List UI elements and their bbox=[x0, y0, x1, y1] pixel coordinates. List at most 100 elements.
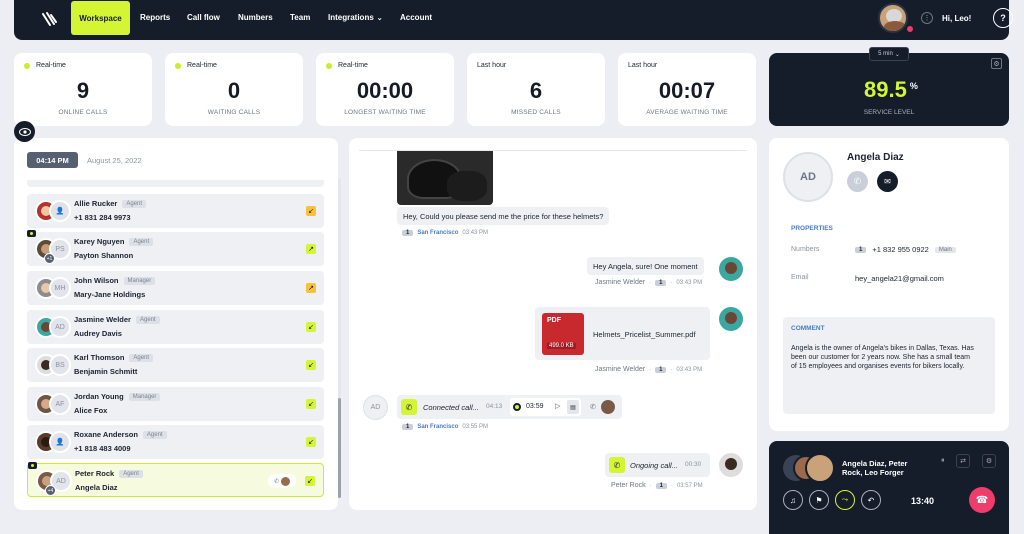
contact-name: John Wilson bbox=[74, 276, 119, 285]
scrollbar-thumb[interactable] bbox=[338, 398, 341, 498]
user-avatar[interactable] bbox=[878, 3, 908, 33]
nav-workspace[interactable]: Workspace bbox=[71, 1, 130, 35]
eye-icon bbox=[27, 230, 36, 237]
call-timer: 13:40 bbox=[911, 496, 935, 506]
contact-detail: +1 831 284 9973 bbox=[74, 213, 131, 222]
barge-in-icon[interactable]: ⤳ bbox=[835, 490, 855, 510]
interval-select[interactable]: 5 min ⌄ bbox=[869, 47, 909, 61]
app-logo-icon[interactable] bbox=[40, 10, 60, 30]
contact-name-line: Allie Rucker Agent bbox=[74, 199, 147, 208]
contact-name-line: Jordan Young Manager bbox=[74, 392, 161, 401]
stat-label-text: Last hour bbox=[628, 62, 658, 69]
incoming-call-arrow-icon: ↙ bbox=[306, 399, 316, 409]
recording-player[interactable]: 03:59 ▷ ▤ bbox=[510, 398, 581, 416]
contact-row-selected[interactable]: AD +4 Peter Rock Agent Angela Diaz ✆ ↙ bbox=[27, 462, 324, 497]
top-navigation-bar: Workspace Reports Call flow Numbers Team… bbox=[14, 0, 1013, 40]
file-type-label: PDF bbox=[547, 317, 561, 324]
service-level-value: 89.5% bbox=[864, 77, 918, 103]
nav-team[interactable]: Team bbox=[290, 13, 310, 22]
service-level-caption: SERVICE LEVEL bbox=[863, 109, 915, 116]
message-meta: 1 San Francisco 03:55 PM bbox=[402, 424, 488, 430]
contact-detail: Benjamin Schmitt bbox=[74, 367, 138, 376]
sender-name: Peter Rock bbox=[611, 482, 646, 489]
incoming-call-arrow-icon: ↙ bbox=[306, 322, 316, 332]
play-icon[interactable]: ▷ bbox=[555, 402, 560, 410]
message-time: 03:43 PM bbox=[462, 230, 489, 236]
file-name: Helmets_Pricelist_Summer.pdf bbox=[593, 330, 696, 339]
stat-longest-waiting: Real-time 00:00 LONGEST WAITING TIME bbox=[316, 53, 454, 126]
nav-reports[interactable]: Reports bbox=[140, 13, 170, 22]
help-icon[interactable]: ? bbox=[993, 8, 1013, 28]
contact-row[interactable]: 👤 Allie Rucker Agent +1 831 284 9973 ↙ bbox=[27, 194, 324, 228]
contact-name: Karey Nguyen bbox=[74, 237, 125, 246]
info-icon[interactable]: ⋮ bbox=[921, 12, 933, 24]
nav-account[interactable]: Account bbox=[400, 13, 432, 22]
email-address[interactable]: hey_angela21@gmail.com bbox=[855, 274, 944, 283]
stat-caption: AVERAGE WAITING TIME bbox=[646, 109, 728, 116]
file-attachment-bubble[interactable]: PDF 499.0 KB Helmets_Pricelist_Summer.pd… bbox=[535, 307, 710, 360]
contact-initials: BS bbox=[49, 354, 71, 376]
hang-up-icon[interactable]: ☎ bbox=[969, 487, 995, 513]
sender-name: Jasmine Welder bbox=[595, 366, 646, 373]
listen-ear-icon[interactable]: ♫ bbox=[783, 490, 803, 510]
sender-avatar bbox=[719, 307, 743, 331]
phone-icon: ✆ bbox=[401, 399, 417, 415]
incoming-call-arrow-icon: ↙ bbox=[306, 206, 316, 216]
incoming-call-arrow-icon: ↙ bbox=[306, 360, 316, 370]
message-time: 03:55 PM bbox=[462, 424, 489, 430]
eye-icon[interactable] bbox=[14, 121, 35, 142]
settings-gear-icon[interactable]: ⚙ bbox=[982, 454, 996, 468]
properties-heading: PROPERTIES bbox=[791, 225, 833, 232]
contact-row[interactable]: BS Karl Thomson Agent Benjamin Schmitt ↙ bbox=[27, 348, 324, 382]
nav-numbers[interactable]: Numbers bbox=[238, 13, 273, 22]
line-number-badge: 1 bbox=[655, 366, 667, 373]
contact-row[interactable]: AF Jordan Young Manager Alice Fox ↙ bbox=[27, 387, 324, 421]
contact-initials: AD bbox=[49, 316, 71, 338]
stat-label: Real-time bbox=[24, 62, 66, 69]
stat-average-waiting: Last hour 00:07 AVERAGE WAITING TIME bbox=[618, 53, 756, 126]
helmet-photo[interactable] bbox=[397, 151, 493, 205]
contact-name-line: Karl Thomson Agent bbox=[74, 353, 154, 362]
stat-caption: WAITING CALLS bbox=[207, 109, 261, 116]
contact-name: Peter Rock bbox=[75, 469, 115, 478]
nav-integrations[interactable]: Integrations ⌄ bbox=[328, 13, 383, 22]
call-log-bubble: ✆ Connected call... 04:13 03:59 ▷ ▤ ✆ bbox=[397, 395, 622, 419]
nav-call-flow[interactable]: Call flow bbox=[187, 13, 220, 22]
sender-name: Jasmine Welder bbox=[595, 279, 646, 286]
line-number-badge: 1 bbox=[655, 482, 667, 489]
comment-box[interactable]: COMMENT Angela is the owner of Angela's … bbox=[783, 317, 995, 414]
transcript-icon[interactable]: ▤ bbox=[567, 400, 579, 414]
stat-online-calls: Real-time 9 ONLINE CALLS bbox=[14, 53, 152, 126]
eye-icon bbox=[28, 462, 37, 469]
role-badge: Agent bbox=[129, 237, 154, 246]
role-badge: Manager bbox=[128, 392, 161, 401]
contact-name: Allie Rucker bbox=[74, 199, 118, 208]
contact-row[interactable]: PS +1 Karey Nguyen Agent Payton Shannon ↗ bbox=[27, 230, 324, 266]
stat-value: 00:07 bbox=[658, 78, 716, 103]
message-time: 03:57 PM bbox=[676, 482, 703, 489]
email-envelope-icon[interactable]: ✉ bbox=[877, 171, 898, 192]
contact-row[interactable]: MH John Wilson Manager Mary-Jane Holdings… bbox=[27, 271, 324, 305]
stat-label: Real-time bbox=[326, 62, 368, 69]
settings-gear-icon[interactable]: ⚙ bbox=[991, 58, 1002, 69]
record-icon bbox=[513, 403, 521, 411]
incoming-call-arrow-icon: ↙ bbox=[306, 437, 316, 447]
call-phone-icon[interactable]: ✆ bbox=[847, 171, 868, 192]
return-icon[interactable]: ↶ bbox=[861, 490, 881, 510]
stat-label: Last hour bbox=[477, 62, 506, 69]
call-participants-names: Angela Diaz, Peter Rock, Leo Forger bbox=[842, 459, 908, 477]
phone-number-row[interactable]: 1 +1 832 955 0922 Main bbox=[855, 245, 956, 254]
call-participants-chip[interactable]: ✆ bbox=[268, 474, 296, 488]
scrollbar-track[interactable] bbox=[338, 178, 341, 498]
stat-label-text: Real-time bbox=[36, 62, 66, 69]
active-call-panel: Angela Diaz, Peter Rock, Leo Forger ⏸ ⇄ … bbox=[769, 441, 1009, 534]
stat-value: 9 bbox=[76, 78, 90, 103]
contact-row[interactable]: AD Jasmine Welder Agent Audrey Davis ↙ bbox=[27, 310, 324, 344]
contact-initials-avatar: AD bbox=[363, 395, 388, 420]
pause-icon[interactable]: ⏸ bbox=[941, 457, 945, 465]
transfer-icon[interactable]: ⇄ bbox=[956, 454, 970, 468]
whisper-icon[interactable]: ⚑ bbox=[809, 490, 829, 510]
chevron-down-icon: ⌄ bbox=[376, 14, 383, 22]
message-location: San Francisco bbox=[417, 424, 459, 430]
contact-row[interactable]: 👤 Roxane Anderson Agent +1 818 483 4009 ↙ bbox=[27, 425, 324, 459]
